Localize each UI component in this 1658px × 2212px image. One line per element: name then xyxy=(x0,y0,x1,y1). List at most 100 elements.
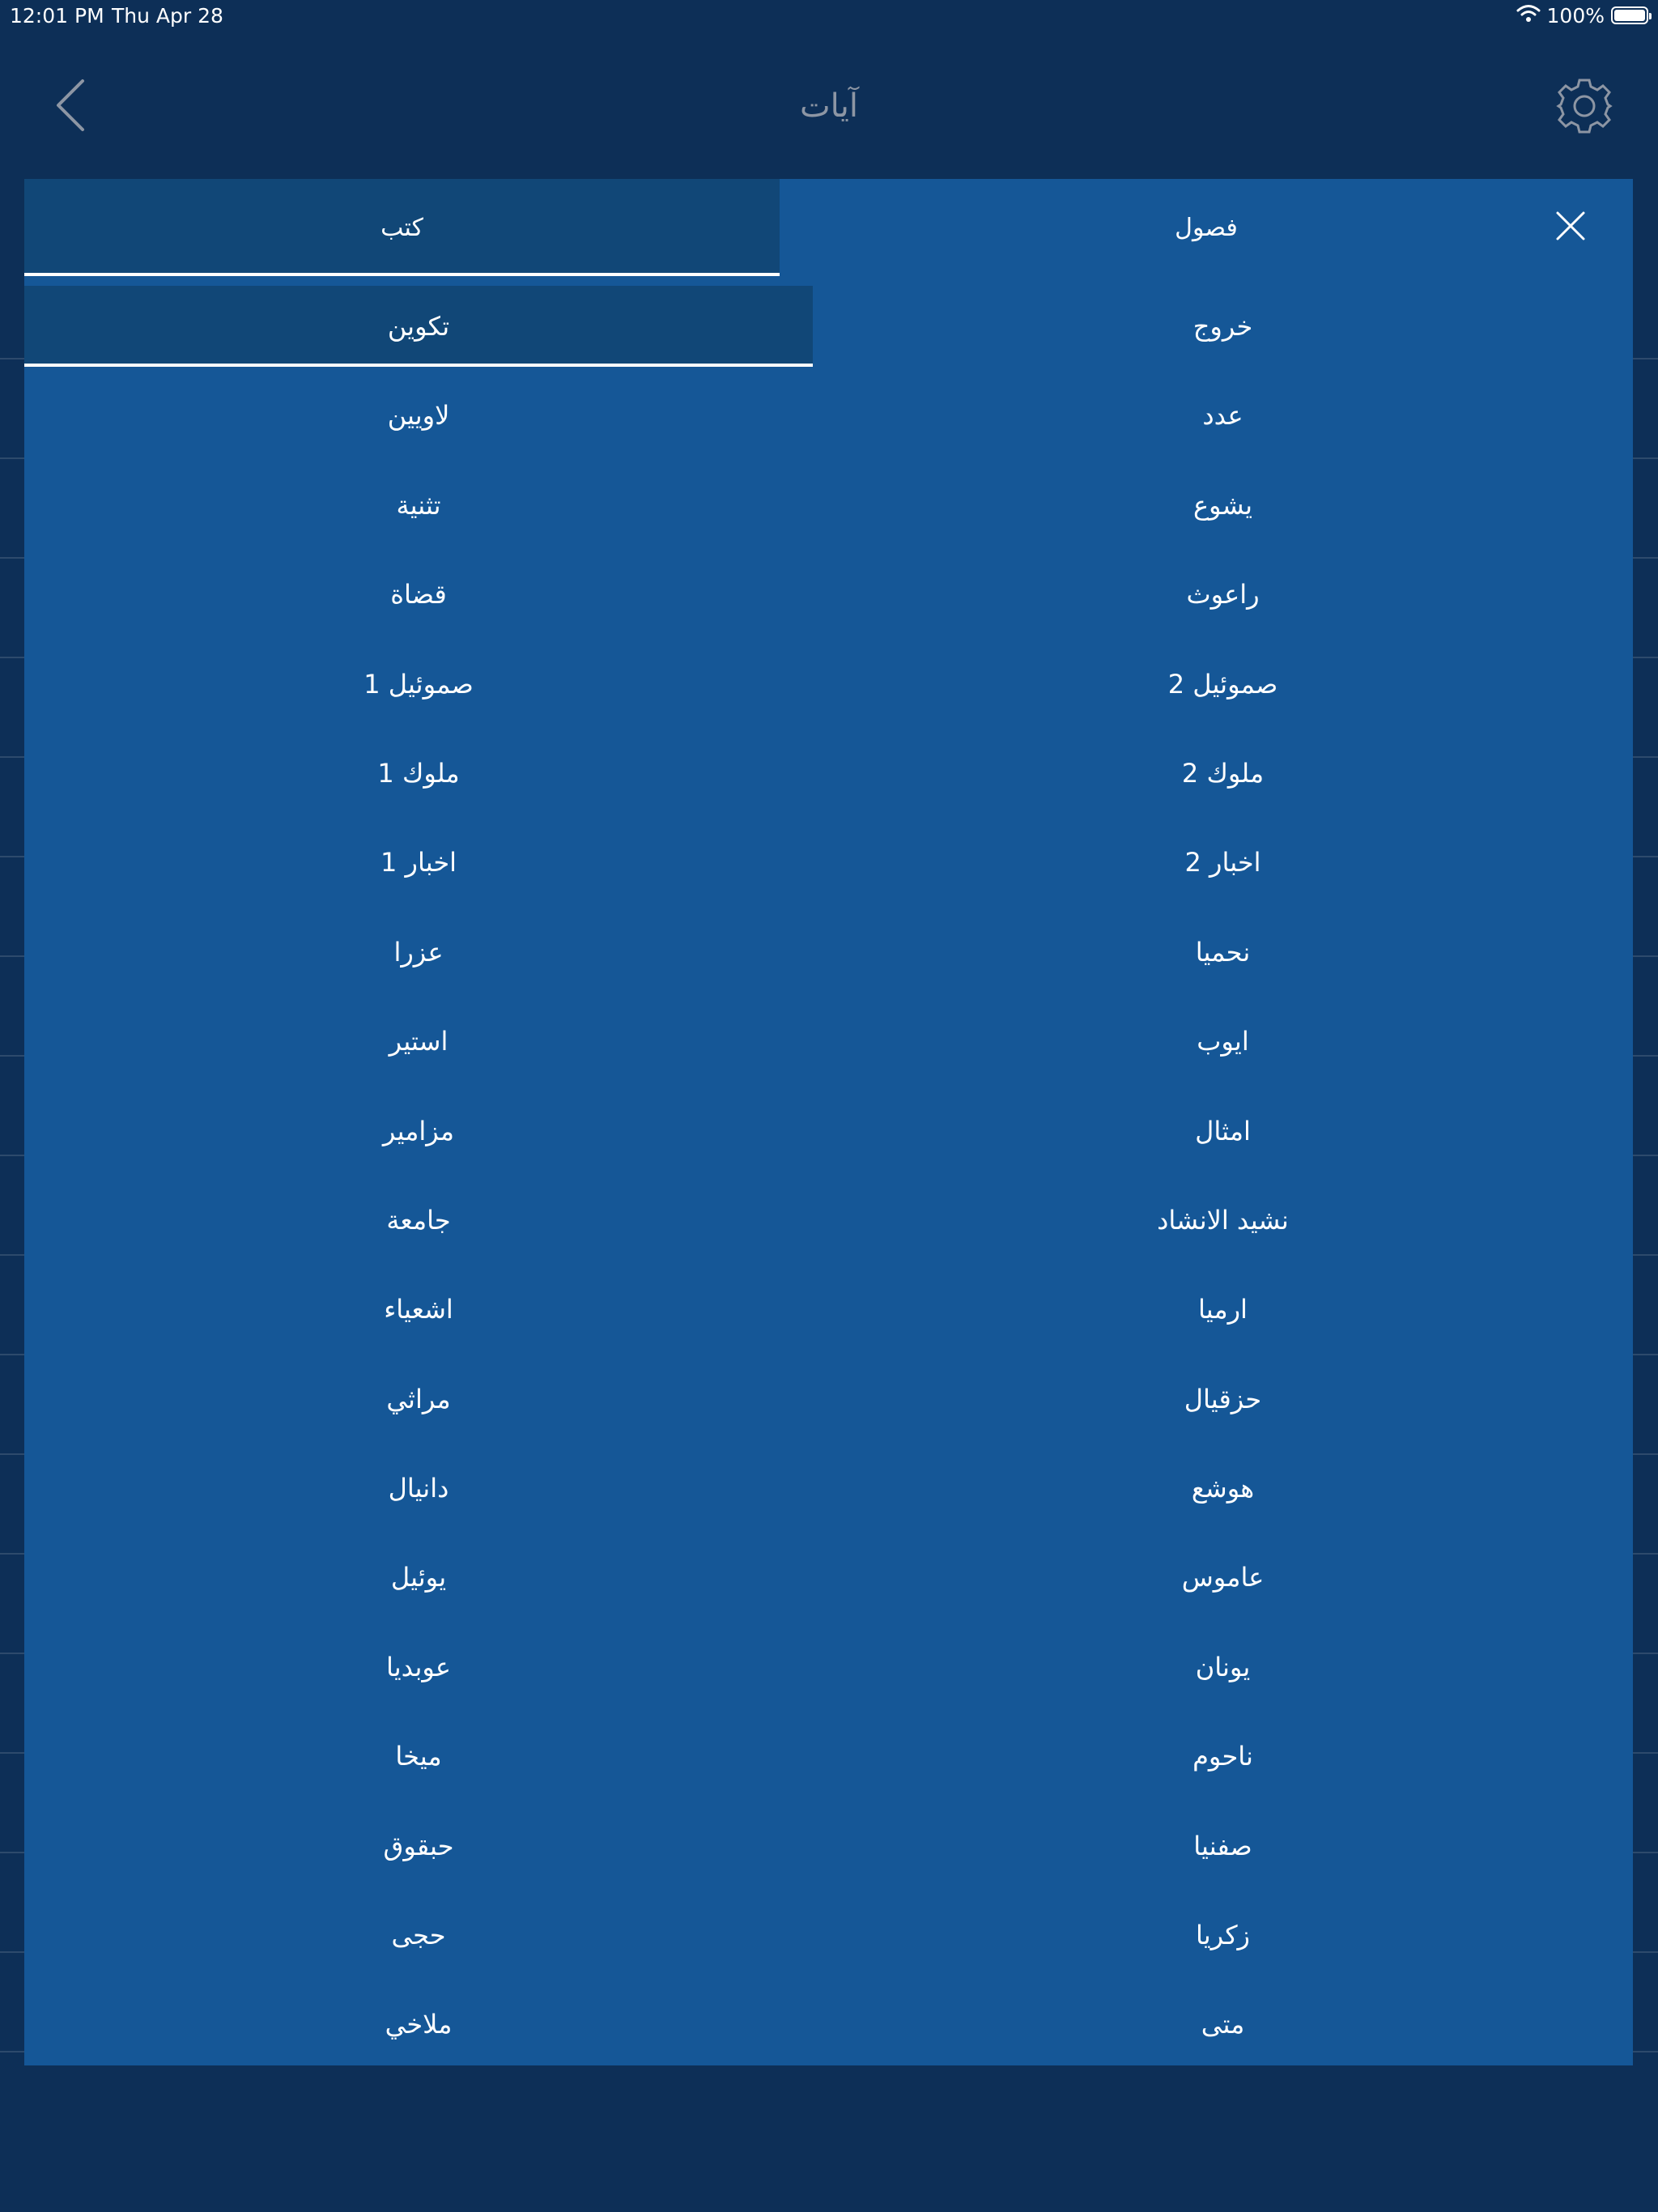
background-divider xyxy=(0,1354,24,1355)
book-item[interactable]: مزامير xyxy=(24,1091,813,1172)
book-item[interactable]: متى xyxy=(813,1984,1633,2065)
book-item[interactable]: اشعياء xyxy=(24,1269,813,1350)
background-divider xyxy=(0,1254,24,1256)
background-divider xyxy=(1633,1354,1658,1355)
close-button[interactable] xyxy=(1554,210,1587,242)
book-row: حبقوق صفنيا xyxy=(24,1806,1633,1895)
book-item[interactable]: ميخا xyxy=(24,1716,813,1797)
book-picker-modal: كتب فصول تكوين خروج لاويين عدد تثنية يشوع قضاة… xyxy=(24,179,1633,2065)
book-item[interactable]: 1 اخبار xyxy=(24,822,813,903)
book-row: ميخا ناحوم xyxy=(24,1716,1633,1805)
book-item[interactable]: استير xyxy=(24,1001,813,1082)
book-item[interactable]: دانيال xyxy=(24,1448,813,1529)
background-divider xyxy=(0,856,24,857)
background-divider xyxy=(1633,856,1658,857)
book-item[interactable]: عزرا xyxy=(24,912,813,993)
book-item[interactable]: قضاة xyxy=(24,554,813,635)
battery-percent: 100% xyxy=(1546,3,1605,28)
background-divider xyxy=(0,358,24,359)
book-row: مزامير امثال xyxy=(24,1091,1633,1180)
background-divider xyxy=(1633,657,1658,658)
book-item[interactable]: نحميا xyxy=(813,912,1633,993)
screen: 12:01 PM Thu Apr 28 100% آيات كتب فصول ت… xyxy=(0,0,1658,2212)
book-list: تكوين خروج لاويين عدد تثنية يشوع قضاة راعوث 1 صم… xyxy=(24,286,1633,2074)
book-item[interactable]: حبقوق xyxy=(24,1806,813,1887)
status-date: Thu Apr 28 xyxy=(112,4,223,28)
book-row: 1 اخبار 2 اخبار xyxy=(24,822,1633,911)
book-row: ملاخي متى xyxy=(24,1984,1633,2073)
book-item[interactable]: ايوب xyxy=(813,1001,1633,1082)
background-divider xyxy=(1633,1254,1658,1256)
background-divider xyxy=(1633,955,1658,957)
background-divider xyxy=(0,457,24,459)
background-divider xyxy=(0,557,24,559)
background-divider xyxy=(0,657,24,658)
background-divider xyxy=(1633,2051,1658,2052)
book-item[interactable]: زكريا xyxy=(813,1895,1633,1976)
background-divider xyxy=(0,1752,24,1754)
book-item[interactable]: صفنيا xyxy=(813,1806,1633,1887)
book-item[interactable]: يوئيل xyxy=(24,1537,813,1618)
book-row: عزرا نحميا xyxy=(24,912,1633,1001)
book-row: 1 ملوك 2 ملوك xyxy=(24,733,1633,822)
status-bar: 12:01 PM Thu Apr 28 100% xyxy=(0,0,1658,32)
close-icon xyxy=(1556,211,1585,240)
nav-bar: آيات xyxy=(0,65,1658,146)
status-time: 12:01 PM xyxy=(10,4,104,28)
background-divider xyxy=(1633,1951,1658,1953)
wifi-icon xyxy=(1516,3,1541,28)
background-divider xyxy=(1633,1055,1658,1057)
book-item[interactable]: 1 ملوك xyxy=(24,733,813,814)
book-item[interactable]: هوشع xyxy=(813,1448,1633,1529)
book-row: حجى زكريا xyxy=(24,1895,1633,1984)
background-divider xyxy=(0,1951,24,1953)
gear-icon xyxy=(1556,79,1613,134)
background-divider xyxy=(1633,1852,1658,1853)
book-item[interactable]: تكوين xyxy=(24,286,813,367)
book-item[interactable]: تثنية xyxy=(24,465,813,546)
book-item[interactable]: خروج xyxy=(813,286,1633,367)
book-item[interactable]: جامعة xyxy=(24,1180,813,1261)
background-divider xyxy=(0,1553,24,1555)
background-divider xyxy=(0,2051,24,2052)
tab-books[interactable]: كتب xyxy=(24,179,780,276)
background-divider xyxy=(1633,358,1658,359)
background-divider xyxy=(1633,457,1658,459)
book-item[interactable]: يشوع xyxy=(813,465,1633,546)
battery-icon xyxy=(1611,6,1652,24)
battery-level xyxy=(1614,10,1645,21)
book-item[interactable]: امثال xyxy=(813,1091,1633,1172)
book-item[interactable]: راعوث xyxy=(813,554,1633,635)
book-item[interactable]: ارميا xyxy=(813,1269,1633,1350)
book-item[interactable]: عوبديا xyxy=(24,1627,813,1708)
book-item[interactable]: نشيد الانشاد xyxy=(813,1180,1633,1261)
book-row: لاويين عدد xyxy=(24,375,1633,464)
book-row: استير ايوب xyxy=(24,1001,1633,1090)
book-item[interactable]: 2 اخبار xyxy=(813,822,1633,903)
settings-button[interactable] xyxy=(1554,76,1614,136)
book-item[interactable]: ملاخي xyxy=(24,1984,813,2065)
book-item[interactable]: لاويين xyxy=(24,375,813,456)
background-divider xyxy=(0,1453,24,1455)
tab-chapters[interactable]: فصول xyxy=(780,179,1633,276)
book-item[interactable]: 2 ملوك xyxy=(813,733,1633,814)
tab-books-label: كتب xyxy=(380,213,423,242)
background-divider xyxy=(0,1653,24,1654)
book-item[interactable]: 2 صموئيل xyxy=(813,644,1633,725)
book-item[interactable]: يونان xyxy=(813,1627,1633,1708)
tab-chapters-label: فصول xyxy=(1175,213,1238,242)
background-divider xyxy=(0,756,24,758)
book-row: اشعياء ارميا xyxy=(24,1269,1633,1358)
book-item[interactable]: مراثي xyxy=(24,1359,813,1440)
book-item[interactable]: عدد xyxy=(813,375,1633,456)
background-divider xyxy=(0,1852,24,1853)
book-item[interactable]: حجى xyxy=(24,1895,813,1976)
book-item[interactable]: ناحوم xyxy=(813,1716,1633,1797)
book-row: جامعة نشيد الانشاد xyxy=(24,1180,1633,1269)
book-item[interactable]: 1 صموئيل xyxy=(24,644,813,725)
book-row: دانيال هوشع xyxy=(24,1448,1633,1537)
book-item[interactable]: حزقيال xyxy=(813,1359,1633,1440)
book-item[interactable]: عاموس xyxy=(813,1537,1633,1618)
book-row: عوبديا يونان xyxy=(24,1627,1633,1716)
background-divider xyxy=(1633,1653,1658,1654)
